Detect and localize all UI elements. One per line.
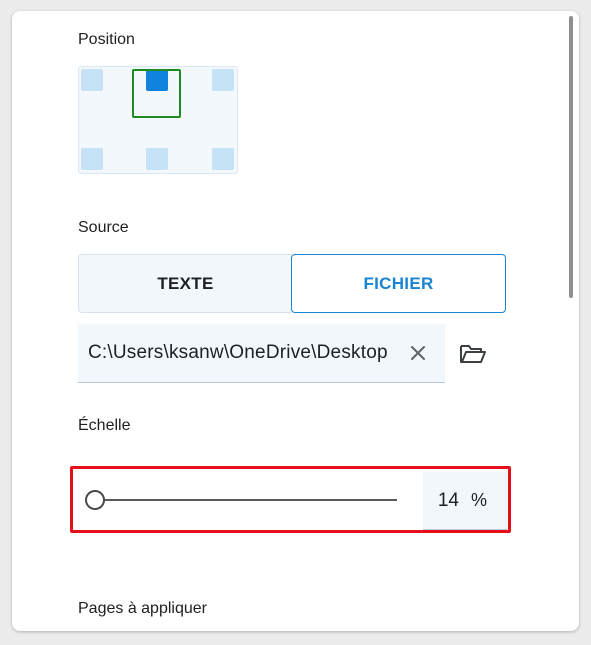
scale-field: % <box>423 472 507 530</box>
position-bottom-right[interactable] <box>212 148 234 170</box>
position-selection-outline <box>132 69 181 118</box>
scale-slider-track[interactable] <box>100 499 397 501</box>
source-file-toggle[interactable]: FICHIER <box>291 254 506 313</box>
file-path-field <box>78 324 445 383</box>
position-top-left[interactable] <box>81 69 103 91</box>
close-icon[interactable] <box>408 343 428 363</box>
source-label: Source <box>78 219 129 236</box>
watermark-settings-panel: Position Source TEXTE FICHIER Échelle % <box>12 11 579 631</box>
position-label: Position <box>78 31 135 48</box>
file-path-input[interactable] <box>88 324 394 382</box>
scale-input[interactable] <box>431 472 459 529</box>
scale-unit: % <box>471 490 488 510</box>
scale-slider-thumb[interactable] <box>85 490 105 510</box>
source-text-toggle[interactable]: TEXTE <box>78 254 292 313</box>
position-grid <box>78 66 238 174</box>
scale-label: Échelle <box>78 417 131 434</box>
position-bottom-center[interactable] <box>146 148 168 170</box>
scrollbar-thumb[interactable] <box>569 16 573 298</box>
pages-label: Pages à appliquer <box>78 600 207 617</box>
position-top-right[interactable] <box>212 69 234 91</box>
position-bottom-left[interactable] <box>81 148 103 170</box>
folder-open-icon[interactable] <box>459 342 487 366</box>
